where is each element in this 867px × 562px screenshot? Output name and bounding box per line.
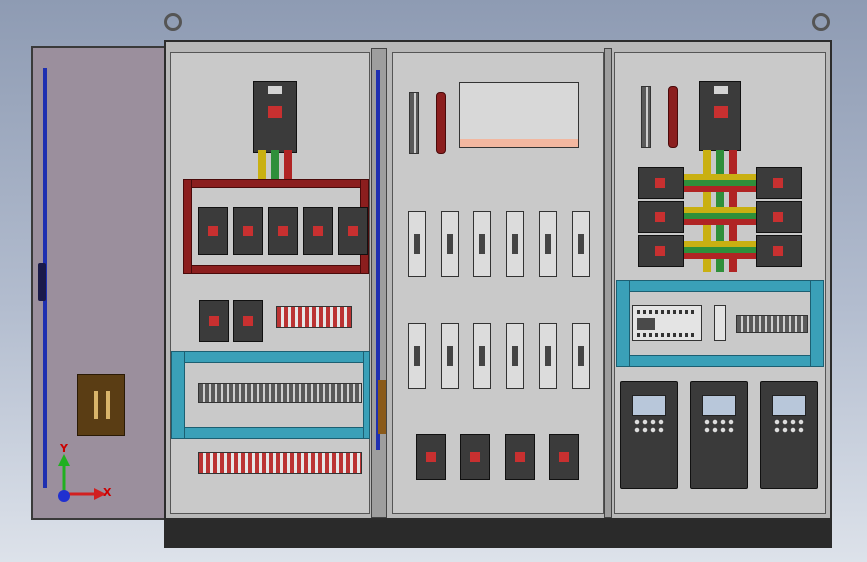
fuse-holder[interactable] [539, 211, 557, 277]
branch-breaker[interactable] [638, 235, 684, 267]
branch-breaker[interactable] [233, 300, 263, 342]
cable-duct [459, 82, 579, 148]
lifting-eye-left [164, 13, 182, 31]
branch-breaker[interactable] [338, 207, 368, 255]
terminal-strip-vertical [641, 86, 651, 148]
horizontal-busbars [680, 174, 756, 192]
din-rail [171, 427, 370, 439]
main-breaker-left[interactable] [253, 81, 297, 153]
horizontal-busbars [680, 207, 756, 225]
feeder-phase-l3 [284, 150, 292, 182]
din-rail [616, 280, 630, 367]
feeder-phase-l2 [271, 150, 279, 182]
busbar-bottom [183, 265, 369, 274]
branch-breaker[interactable] [303, 207, 333, 255]
branch-breaker[interactable] [638, 201, 684, 233]
busbar-left [183, 179, 192, 274]
fuse-holder[interactable] [473, 211, 491, 277]
main-breaker-right[interactable] [699, 81, 741, 151]
horizontal-busbars [680, 241, 756, 259]
branch-breaker[interactable] [416, 434, 446, 480]
feeder-phase-l1 [258, 150, 266, 182]
branch-breaker[interactable] [460, 434, 490, 480]
branch-breaker[interactable] [638, 167, 684, 199]
section-divider [604, 48, 612, 518]
vfd-drive[interactable] [690, 381, 748, 489]
axis-triad [58, 454, 106, 502]
fuse-holder[interactable] [441, 211, 459, 277]
fuse-holder[interactable] [506, 323, 524, 389]
din-rail [171, 351, 370, 363]
terminal-strip [198, 452, 362, 474]
busbar-top [183, 179, 369, 188]
din-rail [616, 355, 824, 367]
branch-breaker[interactable] [268, 207, 298, 255]
fuse-holder[interactable] [473, 323, 491, 389]
branch-breaker[interactable] [505, 434, 535, 480]
fuse-holder[interactable] [408, 323, 426, 389]
terminal-block [276, 306, 352, 328]
din-rail [363, 351, 370, 439]
fuse-holder[interactable] [572, 211, 590, 277]
cabinet-plinth [164, 518, 832, 548]
lifting-eye-right [812, 13, 830, 31]
din-rail [616, 280, 824, 292]
fuse-holder[interactable] [539, 323, 557, 389]
branch-breaker[interactable] [756, 235, 802, 267]
door-document-pocket [77, 374, 125, 436]
branch-breaker[interactable] [198, 207, 228, 255]
branch-breaker[interactable] [549, 434, 579, 480]
door-handle[interactable] [38, 263, 46, 301]
vfd-drive[interactable] [760, 381, 818, 489]
branch-breaker[interactable] [756, 201, 802, 233]
terminal-strip-vertical [409, 92, 419, 154]
earth-bar [668, 86, 678, 148]
axis-x-label: X [103, 486, 112, 499]
vfd-drive[interactable] [620, 381, 678, 489]
branch-breaker[interactable] [756, 167, 802, 199]
fuse-holder[interactable] [408, 211, 426, 277]
terminal-strip [198, 383, 362, 403]
fuse-holder[interactable] [441, 323, 459, 389]
plc-expansion [714, 305, 726, 341]
din-rail [810, 280, 824, 367]
plc-module[interactable] [632, 305, 702, 341]
terminal-strip [736, 315, 808, 333]
branch-breaker[interactable] [199, 300, 229, 342]
din-rail [171, 351, 185, 439]
fuse-holder[interactable] [506, 211, 524, 277]
fuse-holder[interactable] [572, 323, 590, 389]
axis-y-label: Y [60, 442, 68, 455]
branch-breaker[interactable] [233, 207, 263, 255]
earth-bar [436, 92, 446, 154]
door-hinge [378, 380, 386, 434]
